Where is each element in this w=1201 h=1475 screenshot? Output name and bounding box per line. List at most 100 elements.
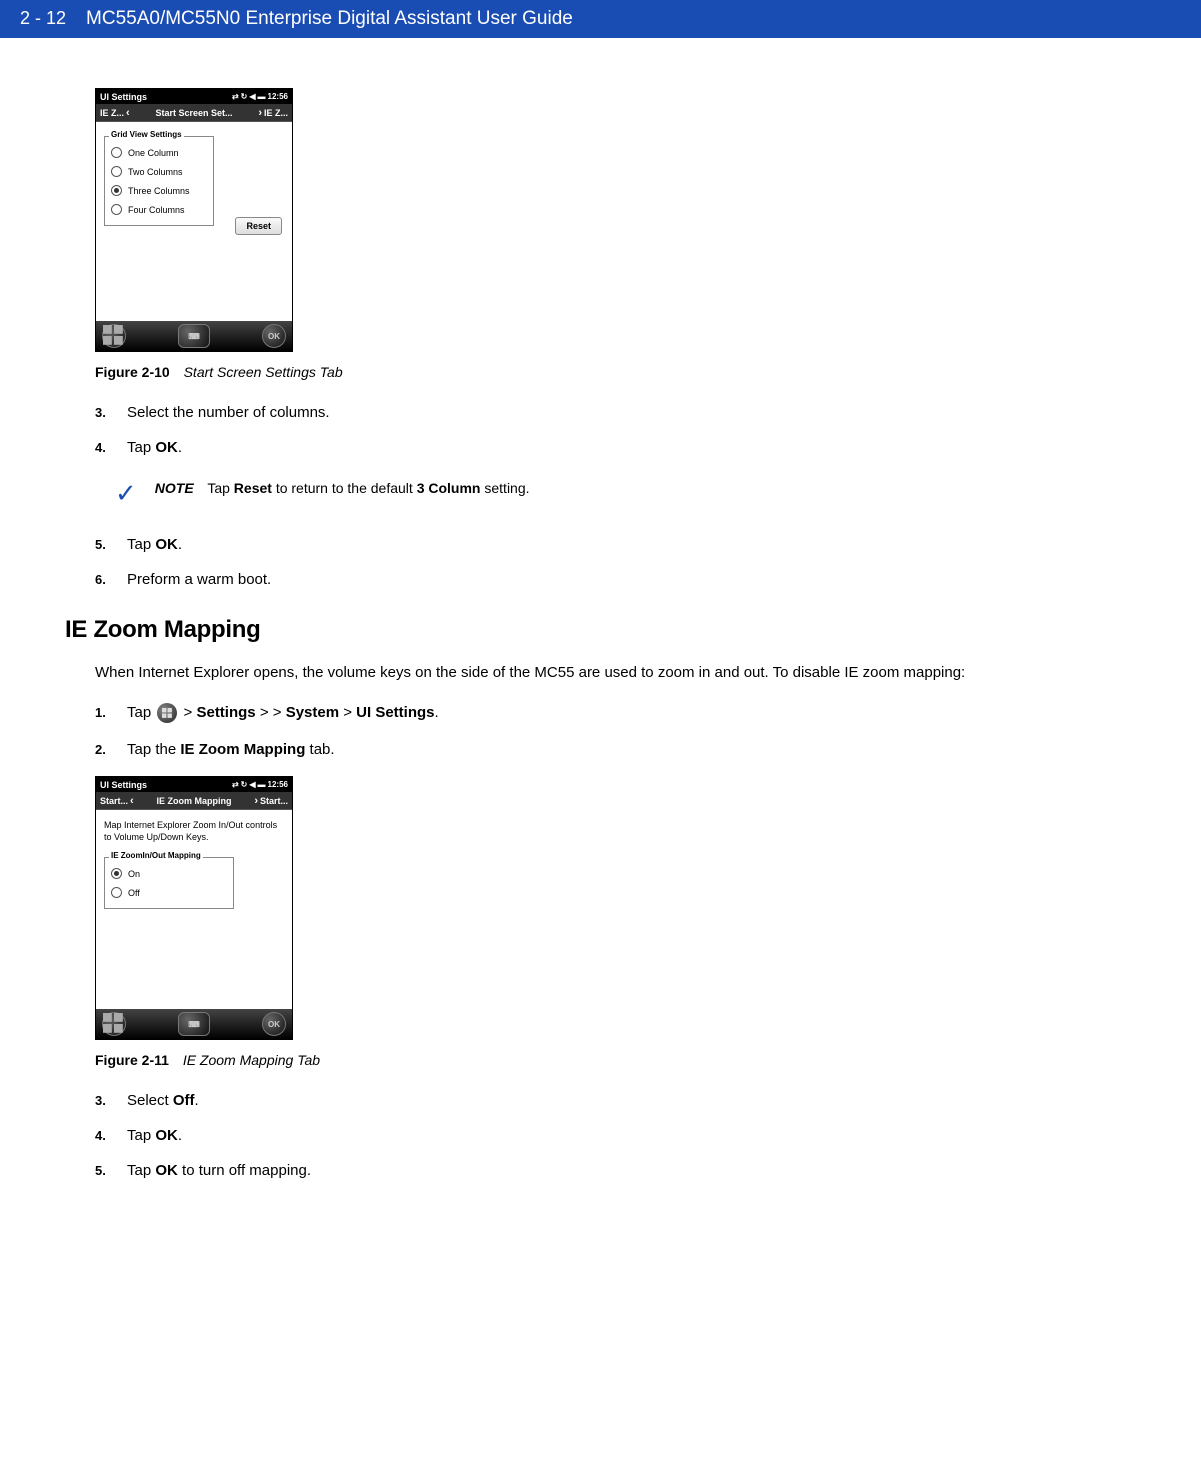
start-button-icon (102, 324, 126, 348)
radio-label: On (128, 869, 140, 879)
checkmark-icon: ✓ (115, 480, 137, 506)
step-number: 4. (95, 1128, 109, 1143)
keyboard-button-icon: ⌨ (178, 324, 210, 348)
radio-one-column: One Column (111, 143, 207, 162)
radio-off: Off (111, 883, 227, 902)
device-bottom-bar: ⌨ OK (96, 1009, 292, 1039)
step-number: 2. (95, 742, 109, 757)
tab-center: IE Zoom Mapping (136, 796, 253, 806)
signal-icon: ⇄ (232, 92, 239, 101)
tab-right: Start... (260, 796, 288, 806)
step-text: Select the number of columns. (127, 404, 330, 421)
step-list-d: 3. Select Off. 4. Tap OK. 5. Tap OK to t… (95, 1092, 1105, 1179)
ok-button: OK (262, 324, 286, 348)
step-4: 4. Tap OK. (95, 439, 1105, 456)
radio-four-columns: Four Columns (111, 200, 207, 219)
note-content: NOTE Tap Reset to return to the default … (155, 480, 530, 496)
step-list-a: 3. Select the number of columns. 4. Tap … (95, 404, 1105, 456)
step-text: Select Off. (127, 1092, 199, 1109)
device-tab-bar: Start... ‹ IE Zoom Mapping › Start... (96, 792, 292, 810)
step-number: 4. (95, 440, 109, 455)
tab-right: IE Z... (264, 108, 288, 118)
step-list-b: 5. Tap OK. 6. Preform a warm boot. (95, 536, 1105, 588)
document-header: 2 - 12 MC55A0/MC55N0 Enterprise Digital … (0, 0, 1201, 38)
radio-label: One Column (128, 148, 179, 158)
device-app-title: UI Settings (100, 92, 147, 102)
tab-left: Start... (100, 796, 128, 806)
step-5b: 5. Tap OK to turn off mapping. (95, 1162, 1105, 1179)
step-number: 3. (95, 405, 109, 420)
radio-two-columns: Two Columns (111, 162, 207, 181)
start-icon (157, 703, 177, 723)
speaker-icon: ◀ (249, 92, 255, 101)
keyboard-button-icon: ⌨ (178, 1012, 210, 1036)
device-body: Grid View Settings One Column Two Column… (96, 122, 292, 321)
step-3b: 3. Select Off. (95, 1092, 1105, 1109)
radio-three-columns: Three Columns (111, 181, 207, 200)
step-number: 1. (95, 705, 109, 720)
chevron-left-icon: ‹ (128, 795, 136, 807)
radio-label: Four Columns (128, 205, 185, 215)
figure-label: Figure 2-11 (95, 1052, 169, 1068)
ie-zoom-fieldset: IE ZoomIn/Out Mapping On Off (104, 857, 234, 909)
step-text: Tap OK to turn off mapping. (127, 1162, 311, 1179)
note-label: NOTE (155, 480, 194, 496)
chevron-right-icon: › (256, 107, 264, 119)
document-title: MC55A0/MC55N0 Enterprise Digital Assista… (86, 8, 573, 30)
step-text: Tap > Settings > > System > UI Settings. (127, 703, 439, 723)
battery-icon: ▬ (258, 92, 266, 101)
clock-text: 12:56 (268, 780, 288, 789)
page-number: 2 - 12 (20, 8, 66, 29)
step-number: 6. (95, 572, 109, 587)
device-status-icons: ⇄ ↻ ◀ ▬ 12:56 (232, 92, 288, 101)
clock-text: 12:56 (268, 92, 288, 101)
step-4b: 4. Tap OK. (95, 1127, 1105, 1144)
sync-icon: ↻ (241, 780, 248, 789)
step-text: Tap OK. (127, 439, 182, 456)
signal-icon: ⇄ (232, 780, 239, 789)
ok-button: OK (262, 1012, 286, 1036)
radio-icon (111, 204, 122, 215)
chevron-right-icon: › (252, 795, 260, 807)
start-button-icon (102, 1012, 126, 1036)
step-1: 1. Tap > Settings > > System > UI Settin… (95, 703, 1105, 723)
device-status-bar: UI Settings ⇄ ↻ ◀ ▬ 12:56 (96, 89, 292, 104)
step-text: Preform a warm boot. (127, 571, 271, 588)
radio-label: Off (128, 888, 140, 898)
chevron-left-icon: ‹ (124, 107, 132, 119)
device-bottom-bar: ⌨ OK (96, 321, 292, 351)
section-intro: When Internet Explorer opens, the volume… (95, 662, 1105, 683)
step-2: 2. Tap the IE Zoom Mapping tab. (95, 741, 1105, 758)
grid-view-fieldset: Grid View Settings One Column Two Column… (104, 136, 214, 226)
step-3: 3. Select the number of columns. (95, 404, 1105, 421)
step-number: 5. (95, 537, 109, 552)
figure-2-11-screenshot: UI Settings ⇄ ↻ ◀ ▬ 12:56 Start... ‹ IE … (95, 776, 293, 1040)
device-body-text: Map Internet Explorer Zoom In/Out contro… (104, 820, 284, 843)
radio-icon (111, 166, 122, 177)
step-5: 5. Tap OK. (95, 536, 1105, 553)
fieldset-legend: IE ZoomIn/Out Mapping (109, 851, 203, 860)
page-content: UI Settings ⇄ ↻ ◀ ▬ 12:56 IE Z... ‹ Star… (0, 38, 1200, 1237)
step-number: 5. (95, 1163, 109, 1178)
device-body: Map Internet Explorer Zoom In/Out contro… (96, 810, 292, 1009)
step-text: Tap the IE Zoom Mapping tab. (127, 741, 335, 758)
radio-icon-selected (111, 185, 122, 196)
figure-title: IE Zoom Mapping Tab (183, 1052, 320, 1068)
device-tab-bar: IE Z... ‹ Start Screen Set... › IE Z... (96, 104, 292, 122)
device-status-bar: UI Settings ⇄ ↻ ◀ ▬ 12:56 (96, 777, 292, 792)
fieldset-legend: Grid View Settings (109, 130, 184, 139)
figure-label: Figure 2-10 (95, 364, 170, 380)
note-block: ✓ NOTE Tap Reset to return to the defaul… (115, 480, 1105, 506)
sync-icon: ↻ (241, 92, 248, 101)
figure-title: Start Screen Settings Tab (184, 364, 343, 380)
figure-2-10-screenshot: UI Settings ⇄ ↻ ◀ ▬ 12:56 IE Z... ‹ Star… (95, 88, 293, 352)
device-app-title: UI Settings (100, 780, 147, 790)
section-heading-ie-zoom: IE Zoom Mapping (65, 616, 1105, 644)
radio-icon (111, 147, 122, 158)
device-status-icons: ⇄ ↻ ◀ ▬ 12:56 (232, 780, 288, 789)
tab-left: IE Z... (100, 108, 124, 118)
step-text: Tap OK. (127, 536, 182, 553)
tab-center: Start Screen Set... (132, 108, 257, 118)
reset-button: Reset (235, 217, 282, 235)
battery-icon: ▬ (258, 780, 266, 789)
